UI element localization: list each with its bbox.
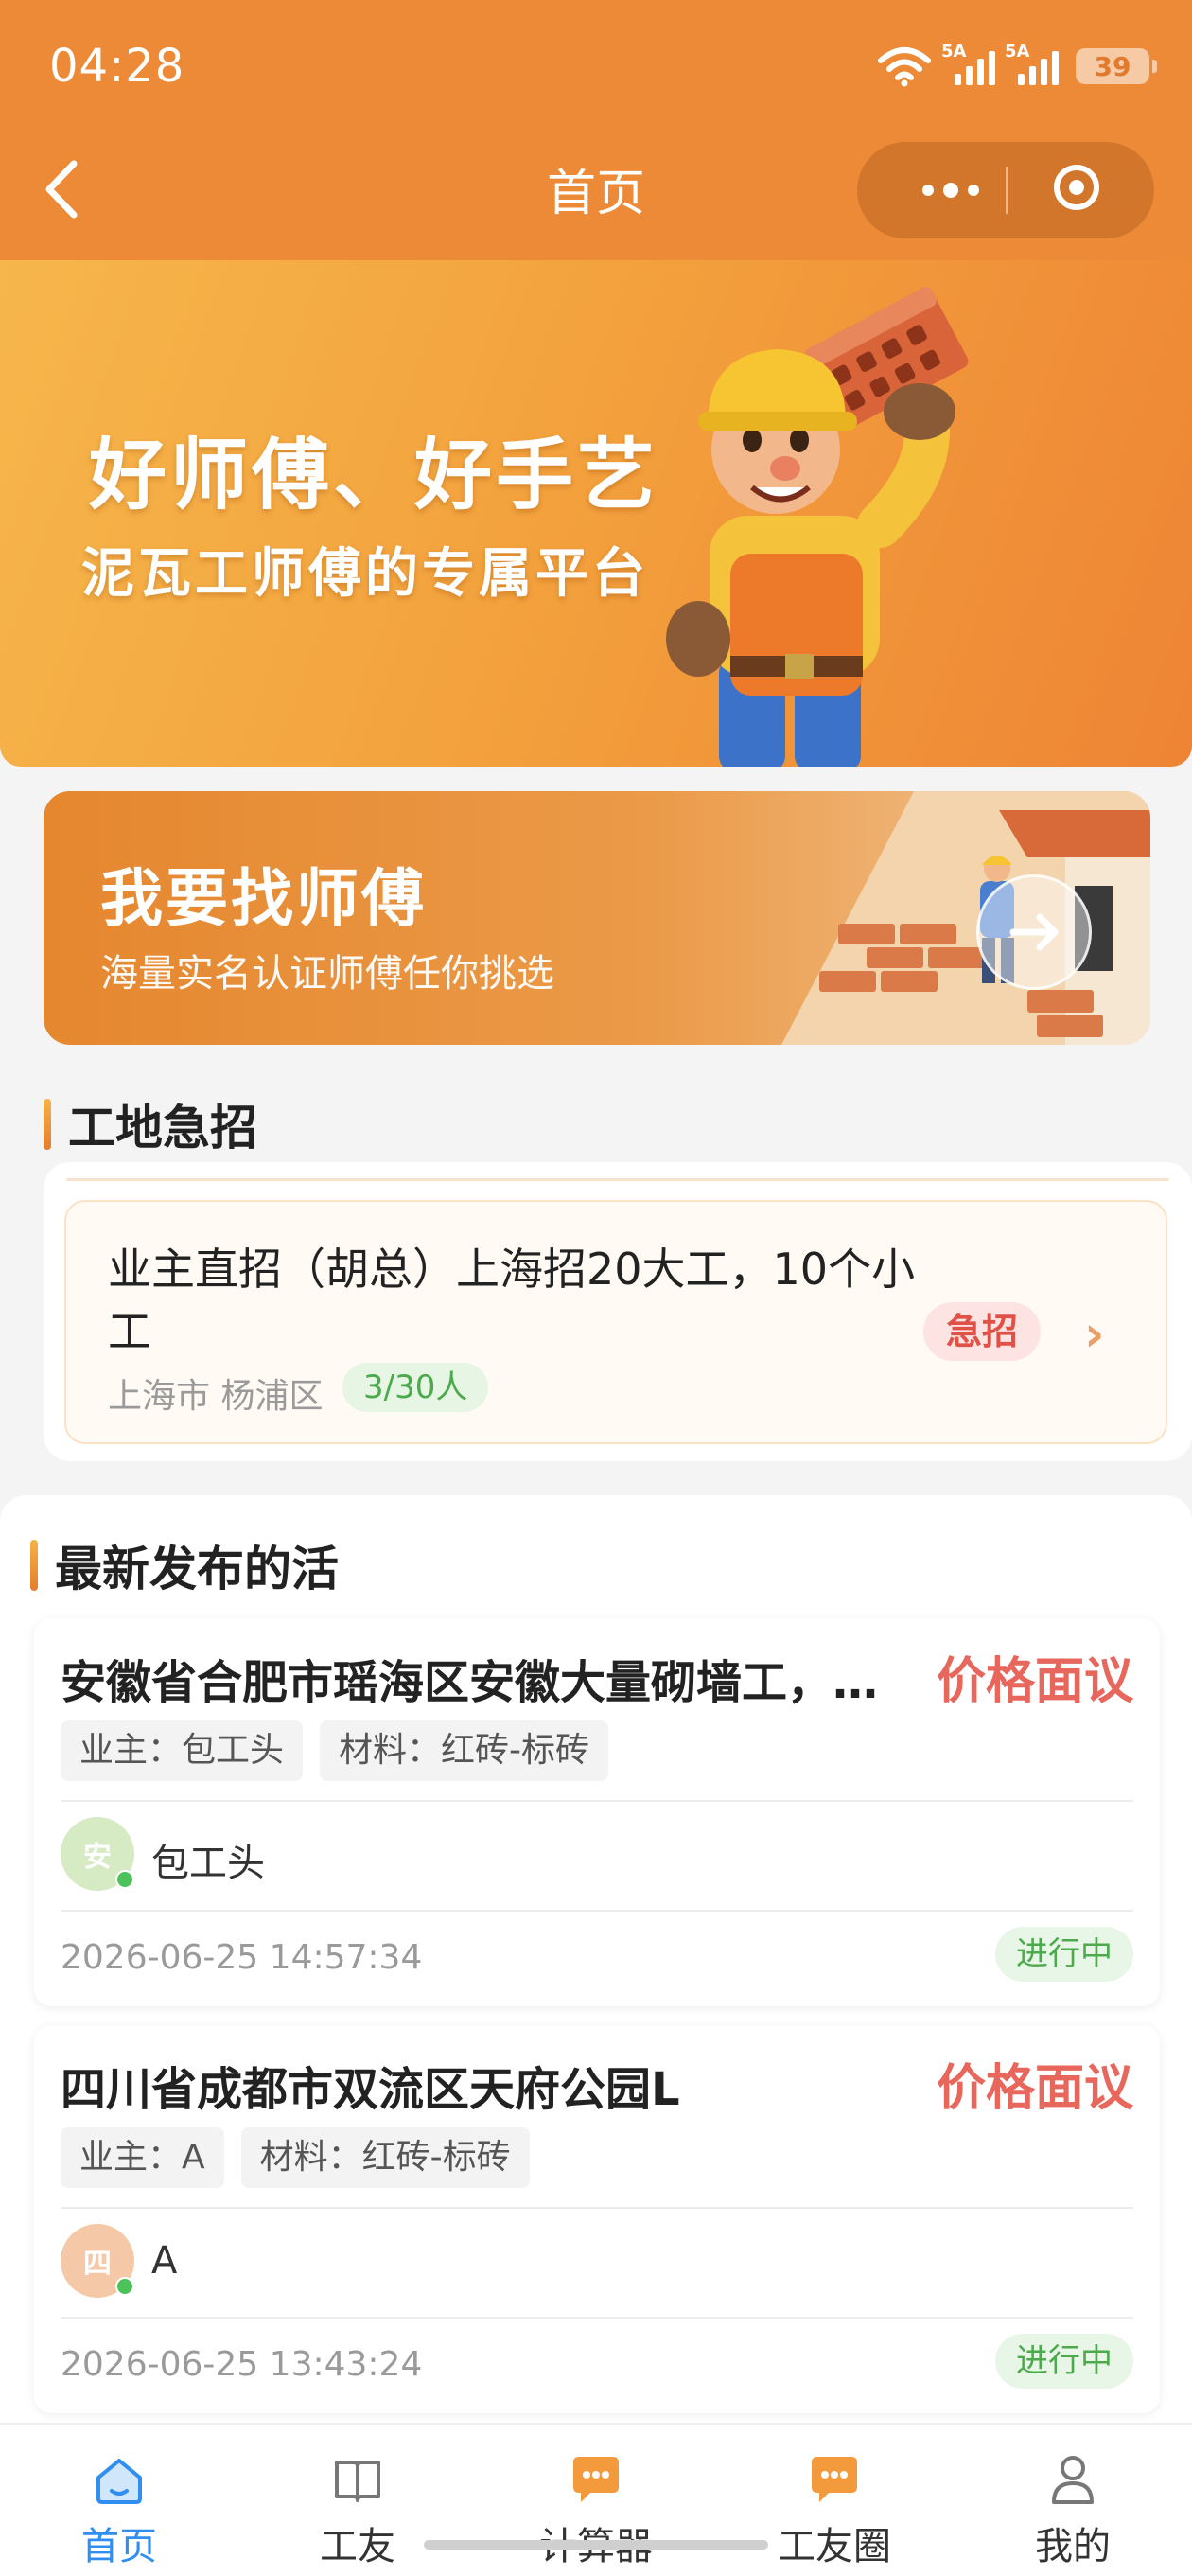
divider: [61, 1910, 1133, 1912]
tab-worker-circle[interactable]: 工友圈: [715, 2425, 954, 2576]
find-master-card[interactable]: 我要找师傅 海量实名认证师傅任你挑选: [44, 791, 1150, 1045]
urgent-badge: 急招: [923, 1302, 1042, 1361]
job-price: 价格面议: [936, 1653, 1133, 1710]
battery-level: 39: [1094, 50, 1131, 82]
tab-label: 首页: [81, 2525, 157, 2568]
latest-section-heading: 最新发布的活: [30, 1531, 339, 1599]
signal-icon: 5A: [941, 42, 995, 85]
heading-accent-bar: [30, 1540, 38, 1591]
divider: [61, 2207, 1133, 2209]
urgent-job-count: 3/30人: [342, 1363, 489, 1412]
urgent-job-title: 业主直招（胡总）上海招20大工，10个小工: [108, 1244, 916, 1357]
urgent-job-location: 上海市 杨浦区: [108, 1377, 324, 1416]
network-type-2: 5A: [1005, 42, 1030, 62]
latest-heading-text: 最新发布的活: [55, 1542, 339, 1597]
miniapp-capsule: [857, 142, 1154, 238]
status-icons: 5A 5A 39: [877, 42, 1157, 87]
chat-bubble-icon: [573, 2457, 619, 2502]
avatar-initial: 安: [83, 1841, 112, 1874]
online-indicator: [115, 1870, 134, 1889]
status-time: 04:28: [49, 40, 185, 93]
urgent-section-heading: 工地急招: [44, 1090, 257, 1158]
tab-bar: 首页 工友 计算器 工友圈 我的: [0, 2423, 1192, 2576]
home-icon: [96, 2459, 142, 2504]
divider: [61, 2317, 1133, 2319]
close-miniapp-icon[interactable]: [1054, 165, 1099, 210]
job-time: 2026-06-25 14:57:34: [61, 1938, 423, 1977]
tab-calculator[interactable]: 计算器: [477, 2425, 715, 2576]
job-tags: 业主：A 材料：红砖-标砖: [61, 2127, 530, 2188]
tab-label: 工友: [320, 2525, 395, 2568]
job-time: 2026-06-25 13:43:24: [61, 2345, 423, 2384]
online-indicator: [115, 2277, 134, 2296]
job-tags: 业主：包工头 材料：红砖-标砖: [61, 1720, 609, 1781]
chat-bubble-icon: [812, 2457, 857, 2502]
tab-label: 工友圈: [778, 2525, 891, 2568]
user-icon: [1052, 2456, 1094, 2504]
tab-home[interactable]: 首页: [0, 2425, 238, 2576]
chevron-right-icon: ›: [1084, 1306, 1105, 1363]
tab-label: 我的: [1035, 2525, 1111, 2568]
job-status-badge: 进行中: [995, 1927, 1133, 1982]
arrow-right-icon[interactable]: [976, 874, 1092, 990]
avatar: 四: [61, 2224, 134, 2298]
heading-accent-bar: [44, 1099, 51, 1150]
capsule-divider: [1006, 167, 1008, 214]
hero-subtitle: 泥瓦工师傅的专属平台: [81, 543, 649, 605]
avatar-initial: 四: [83, 2248, 112, 2281]
signal-icon: 5A: [1005, 42, 1059, 85]
home-indicator[interactable]: [424, 2540, 768, 2550]
poster-name: A: [151, 2239, 178, 2283]
find-master-subtitle: 海量实名认证师傅任你挑选: [100, 952, 554, 996]
hero-title: 好师傅、好手艺: [89, 431, 659, 520]
book-icon: [335, 2461, 380, 2502]
material-tag: 材料：红砖-标砖: [240, 2127, 530, 2188]
tab-workers[interactable]: 工友: [238, 2425, 477, 2576]
network-type-1: 5A: [941, 42, 967, 62]
job-title: 安徽省合肥市瑶海区安徽大量砌墙工，…: [61, 1656, 879, 1709]
owner-tag: 业主：包工头: [61, 1720, 304, 1781]
job-status-badge: 进行中: [995, 2334, 1133, 2389]
wifi-icon: [878, 47, 931, 87]
urgent-prev-card-edge: [66, 1178, 1169, 1181]
job-card[interactable]: 四川省成都市双流区天府公园L 价格面议 业主：A 材料：红砖-标砖 四 A 20…: [34, 2025, 1160, 2413]
job-card[interactable]: 安徽省合肥市瑶海区安徽大量砌墙工，… 价格面议 业主：包工头 材料：红砖-标砖 …: [34, 1618, 1160, 2006]
more-options-icon[interactable]: [899, 142, 1003, 238]
job-price: 价格面议: [936, 2060, 1133, 2117]
poster-name: 包工头: [151, 1842, 265, 1885]
tab-mine[interactable]: 我的: [954, 2425, 1192, 2576]
find-master-title: 我要找师傅: [100, 862, 427, 935]
divider: [61, 1800, 1133, 1802]
battery-icon: 39: [1076, 48, 1157, 84]
hero-banner[interactable]: 好师傅、好手艺 泥瓦工师傅的专属平台: [0, 260, 1192, 767]
material-tag: 材料：红砖-标砖: [320, 1720, 609, 1781]
urgent-heading-text: 工地急招: [68, 1101, 257, 1156]
avatar: 安: [61, 1817, 134, 1891]
owner-tag: 业主：A: [61, 2127, 224, 2188]
worker-illustration: [666, 287, 969, 767]
job-title: 四川省成都市双流区天府公园L: [61, 2063, 680, 2116]
urgent-job-card[interactable]: 业主直招（胡总）上海招20大工，10个小工 上海市 杨浦区 3/30人 急招 ›: [64, 1200, 1167, 1444]
